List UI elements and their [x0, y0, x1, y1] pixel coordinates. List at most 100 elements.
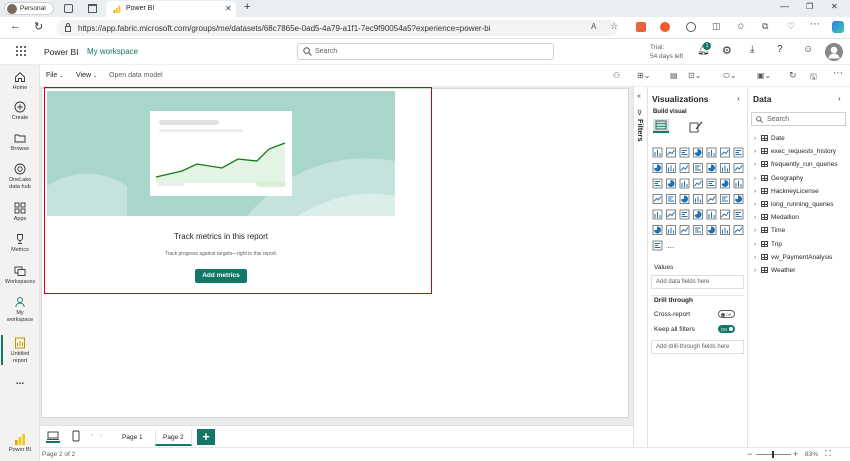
clustered-bar-icon[interactable]: [679, 147, 690, 158]
data-search-input[interactable]: Search: [751, 112, 846, 126]
chevron-right-icon[interactable]: ›: [754, 241, 759, 248]
drill-through-field-well[interactable]: Add drill-through fields here: [651, 340, 744, 354]
add-page-button[interactable]: +: [197, 429, 215, 445]
fit-to-page-icon[interactable]: ⛶: [825, 449, 831, 459]
chevron-right-icon[interactable]: ›: [754, 254, 759, 261]
nav-create[interactable]: Create: [0, 101, 40, 122]
arrow-icon[interactable]: [679, 194, 690, 204]
zoom-slider[interactable]: [756, 451, 791, 458]
tab-actions-icon[interactable]: [88, 4, 97, 13]
r-visual-icon[interactable]: [693, 209, 703, 220]
browser-menu-icon[interactable]: ⋯: [810, 19, 820, 30]
close-tab-icon[interactable]: ✕: [225, 4, 232, 13]
mobile-view-icon[interactable]: [72, 430, 80, 442]
settings-gear-icon[interactable]: ⚙: [722, 44, 732, 57]
insert-visual-icon[interactable]: ⊞⌄: [637, 71, 650, 80]
multi-card-icon[interactable]: [720, 194, 730, 204]
map-icon[interactable]: [720, 178, 730, 189]
data-table-item[interactable]: › Weather: [754, 267, 795, 274]
workspace-link[interactable]: My workspace: [87, 47, 138, 56]
filters-pane[interactable]: « ⊽ Filters: [633, 87, 648, 461]
matrix-icon[interactable]: [679, 209, 690, 220]
expand-filters-icon[interactable]: «: [637, 93, 641, 100]
stacked-area-icon[interactable]: [679, 163, 690, 173]
favorites-icon[interactable]: ✩: [737, 21, 745, 32]
nav-powerbi[interactable]: Power BI: [0, 433, 40, 454]
nav-browse[interactable]: Browse: [0, 132, 40, 153]
file-menu[interactable]: File ⌄: [46, 72, 63, 79]
refresh-visuals-icon[interactable]: ↻: [789, 70, 797, 81]
desktop-view-icon[interactable]: [46, 431, 60, 443]
data-table-item[interactable]: › vw_PaymentAnalysis: [754, 253, 832, 261]
refresh-icon[interactable]: ↻: [34, 20, 43, 33]
extension-icon-1[interactable]: [636, 22, 646, 32]
data-table-item[interactable]: › Geography: [754, 174, 803, 182]
python-icon[interactable]: [706, 209, 717, 220]
shapes-icon[interactable]: ⬭⌄: [723, 71, 737, 81]
collapse-data-icon[interactable]: ›: [838, 94, 841, 103]
collapse-viz-icon[interactable]: ›: [737, 94, 740, 103]
extension-icon-2[interactable]: [660, 22, 670, 32]
chevron-right-icon[interactable]: ›: [754, 161, 759, 168]
page-tab-2[interactable]: Page 2: [155, 430, 192, 446]
100-column-icon[interactable]: [720, 147, 730, 158]
automate-icon[interactable]: [720, 225, 730, 235]
shape-map-icon[interactable]: [652, 194, 663, 204]
cross-report-toggle[interactable]: Off: [718, 310, 735, 318]
table-viz-icon[interactable]: [666, 209, 676, 220]
paginated-icon[interactable]: [679, 225, 690, 235]
decomp-tree-icon[interactable]: [733, 209, 744, 220]
nav-apps[interactable]: Apps: [0, 202, 40, 223]
chevron-right-icon[interactable]: ›: [754, 135, 759, 142]
nav-my-workspace[interactable]: My workspace: [0, 296, 40, 324]
donut-icon[interactable]: [693, 178, 703, 189]
minimize-icon[interactable]: —: [780, 1, 789, 11]
app-name[interactable]: Power BI: [44, 47, 79, 57]
azure-map-icon[interactable]: [666, 194, 676, 204]
area-icon[interactable]: [666, 163, 676, 173]
chevron-right-icon[interactable]: ›: [754, 267, 759, 274]
diamond-icon[interactable]: [733, 225, 744, 235]
card-icon[interactable]: [706, 194, 717, 204]
data-table-item[interactable]: › Date: [754, 135, 785, 142]
line-chart-icon[interactable]: [733, 147, 744, 158]
qna-icon[interactable]: [652, 225, 663, 235]
data-table-item[interactable]: › frequently_run_queries: [754, 161, 838, 168]
nav-more[interactable]: ...: [0, 377, 40, 387]
app-launcher-icon[interactable]: [15, 45, 27, 57]
help-icon[interactable]: ?: [777, 44, 783, 55]
line-column-icon[interactable]: [693, 163, 703, 173]
values-field-well[interactable]: Add data fields here: [651, 275, 744, 289]
data-table-item[interactable]: › Trip: [754, 240, 782, 248]
data-table-item[interactable]: › long_running_queries: [754, 201, 834, 208]
ellipsis-icon[interactable]: ...: [668, 241, 675, 250]
more-visuals-icon[interactable]: [652, 240, 663, 251]
save-icon[interactable]: 🖫︎: [810, 71, 817, 85]
pie-icon[interactable]: [679, 178, 690, 189]
copilot-toolbar-icon[interactable]: ⚇: [613, 71, 620, 80]
key-influencers-icon[interactable]: [720, 209, 730, 220]
back-icon[interactable]: ←: [10, 20, 21, 32]
share-feedback-icon[interactable]: ☺: [803, 44, 813, 55]
view-menu[interactable]: View ⌄: [76, 72, 97, 79]
open-data-model-button[interactable]: Open data model: [109, 72, 163, 79]
waterfall-icon[interactable]: [733, 163, 744, 173]
zoom-out-icon[interactable]: −: [747, 449, 752, 459]
browser-essentials-icon[interactable]: ♡: [787, 21, 795, 32]
clustered-column-icon[interactable]: [693, 147, 703, 158]
kpi-icon[interactable]: [733, 194, 744, 204]
browser-tab[interactable]: Power BI ✕: [106, 1, 236, 17]
stacked-column-icon[interactable]: [666, 147, 676, 158]
favorite-icon[interactable]: ☆: [610, 21, 618, 32]
line-icon[interactable]: [652, 163, 663, 173]
chevron-right-icon[interactable]: ›: [754, 175, 759, 182]
workspaces-tab-icon[interactable]: [64, 4, 73, 13]
scatter-icon[interactable]: [666, 178, 676, 189]
scroll-left-icon[interactable]: ‹: [91, 432, 93, 439]
profile-button[interactable]: Personal: [4, 2, 54, 15]
filled-map-icon[interactable]: [733, 178, 744, 189]
funnel-icon[interactable]: [652, 178, 663, 189]
treemap-icon[interactable]: [706, 178, 717, 189]
data-table-item[interactable]: › Medallion: [754, 214, 799, 221]
zoom-in-icon[interactable]: +: [793, 449, 798, 459]
